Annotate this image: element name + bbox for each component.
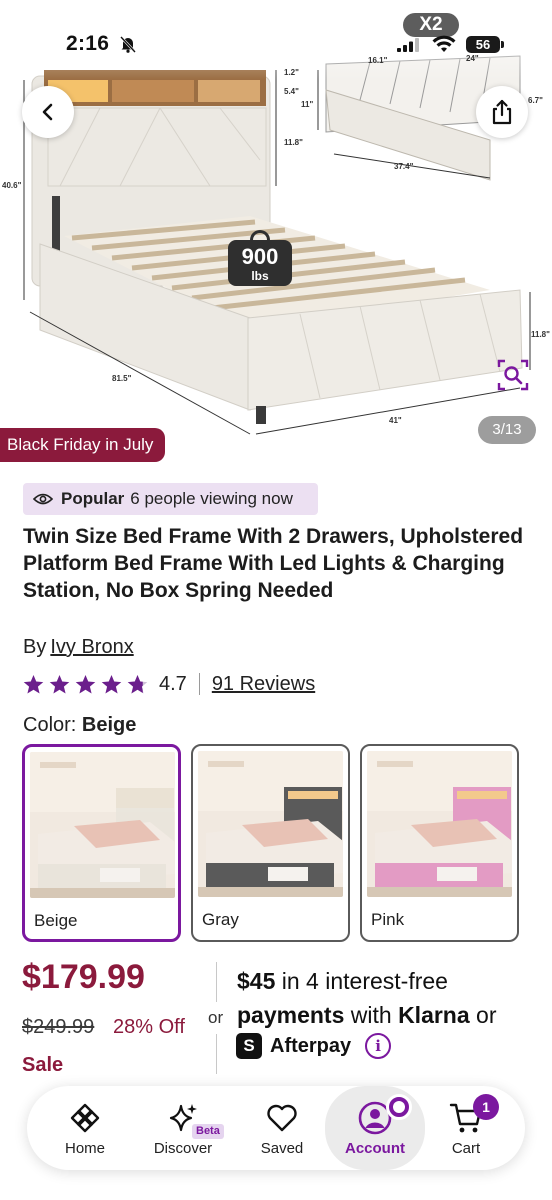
- product-title: Twin Size Bed Frame With 2 Drawers, Upho…: [23, 525, 524, 602]
- share-icon: [492, 99, 512, 125]
- nav-discover-label: Discover: [153, 1140, 213, 1157]
- nav-home[interactable]: Home: [40, 1086, 130, 1170]
- weight-capacity-badge: 900 lbs: [228, 240, 292, 286]
- back-button[interactable]: [22, 86, 74, 138]
- swatch-image: [30, 752, 175, 898]
- dim-headboard-gap: 11.8": [284, 138, 303, 147]
- product-image-gallery[interactable]: 900 lbs 1.2" 5.4" 11.8" 40.6" 11.8" 81.5…: [0, 0, 552, 462]
- nav-account[interactable]: Account: [325, 1086, 425, 1170]
- account-notification-dot: [386, 1094, 412, 1120]
- dim-shelf-height: 5.4": [284, 87, 299, 96]
- battery-indicator: 56: [466, 36, 504, 53]
- afterpay-option[interactable]: S Afterpay i: [236, 1032, 392, 1060]
- star-icon: [49, 674, 70, 694]
- nav-cart-label: Cart: [451, 1140, 481, 1157]
- cart-count-badge: 1: [473, 1094, 499, 1120]
- home-icon: [70, 1103, 100, 1133]
- cellular-signal-icon: [397, 38, 419, 52]
- nav-home-label: Home: [64, 1140, 105, 1157]
- color-swatch-pink[interactable]: Pink: [360, 744, 519, 942]
- divider-bottom: [216, 1034, 217, 1074]
- klarna-or: or: [476, 1002, 497, 1028]
- dim-side-height: 11.8": [531, 330, 550, 339]
- afterpay-label: Afterpay: [270, 1034, 352, 1057]
- popular-banner: Popular 6 people viewing now: [23, 483, 318, 515]
- rating-score: 4.7: [159, 672, 187, 695]
- info-icon[interactable]: i: [365, 1033, 392, 1059]
- afterpay-logo-icon: S: [236, 1033, 262, 1059]
- weight-value: 900: [241, 244, 279, 269]
- klarna-installments[interactable]: $45 in 4 interest-free payments with Kla…: [237, 964, 537, 1032]
- color-swatch-gray[interactable]: Gray: [191, 744, 350, 942]
- color-prefix: Color:: [23, 714, 77, 736]
- heart-icon: [267, 1104, 297, 1132]
- nav-discover[interactable]: Beta Discover: [138, 1086, 228, 1170]
- weight-unit: lbs: [251, 269, 269, 283]
- klarna-amount: $45: [237, 968, 276, 994]
- star-icon: [23, 674, 44, 694]
- reviews-link[interactable]: 91 Reviews: [212, 673, 315, 696]
- star-icon: [127, 674, 148, 694]
- color-label: Color: Beige: [23, 714, 136, 737]
- zoom-search-icon[interactable]: [496, 358, 530, 392]
- swatch-image: [367, 751, 512, 897]
- nav-account-label: Account: [345, 1140, 405, 1157]
- brand-byline: By Ivy Bronx: [23, 636, 134, 659]
- rating-row[interactable]: 4.7 91 Reviews: [23, 672, 315, 696]
- share-button[interactable]: [476, 86, 528, 138]
- dim-total-height: 40.6": [2, 181, 22, 190]
- bedroom-photo-pink: [367, 751, 512, 897]
- popular-text: 6 people viewing now: [130, 489, 293, 508]
- klarna-text-1: in 4 interest-free: [281, 968, 448, 994]
- by-prefix: By: [23, 636, 47, 658]
- chevron-left-icon: [42, 103, 53, 121]
- original-price: $249.99: [22, 1016, 95, 1038]
- bell-off-icon: [120, 36, 136, 53]
- discount-percent: 28% Off: [113, 1016, 185, 1038]
- swatch-label: Beige: [34, 911, 78, 930]
- dim-length: 81.5": [112, 374, 132, 383]
- bottom-nav: Home Beta Discover Saved Account 1 Cart: [27, 1086, 525, 1170]
- eye-icon: [33, 493, 53, 505]
- klarna-brand: Klarna: [398, 1002, 470, 1028]
- divider-top: [216, 962, 217, 1002]
- nav-cart[interactable]: 1 Cart: [421, 1086, 511, 1170]
- dim-drawer-front: 6.7": [528, 96, 543, 105]
- dim-width: 41": [389, 416, 402, 425]
- current-price: $179.99: [22, 958, 145, 996]
- promo-tag: Black Friday in July: [0, 428, 166, 462]
- star-icon: [75, 674, 96, 694]
- swatch-label: Pink: [371, 910, 405, 929]
- image-counter: 3/13: [478, 416, 536, 444]
- status-time: 2:16: [66, 32, 110, 55]
- beta-badge: Beta: [192, 1124, 224, 1139]
- klarna-bold: payments: [237, 1002, 345, 1028]
- nav-saved[interactable]: Saved: [237, 1086, 327, 1170]
- brand-link[interactable]: Ivy Bronx: [50, 636, 133, 658]
- dim-drawer-length: 37.4": [394, 162, 414, 171]
- status-bar: 2:16 X2 56: [0, 0, 552, 70]
- bedroom-photo-beige: [30, 752, 175, 898]
- weight-handle-icon: [250, 230, 270, 244]
- klarna-text-2: with: [350, 1002, 392, 1028]
- nav-saved-label: Saved: [260, 1140, 304, 1157]
- color-swatch-beige[interactable]: Beige: [22, 744, 181, 942]
- rating-divider: [198, 673, 200, 695]
- bedroom-photo-gray: [198, 751, 343, 897]
- recording-badge: X2: [403, 13, 459, 37]
- wifi-icon: [432, 35, 456, 52]
- or-separator: or: [208, 1006, 224, 1030]
- sale-label: Sale: [22, 1054, 64, 1076]
- dim-drawer-height: 11": [301, 100, 314, 109]
- star-icon: [101, 674, 122, 694]
- swatch-label: Gray: [202, 910, 239, 929]
- popular-label: Popular: [61, 489, 125, 508]
- color-selected: Beige: [81, 714, 137, 736]
- swatch-image: [198, 751, 343, 897]
